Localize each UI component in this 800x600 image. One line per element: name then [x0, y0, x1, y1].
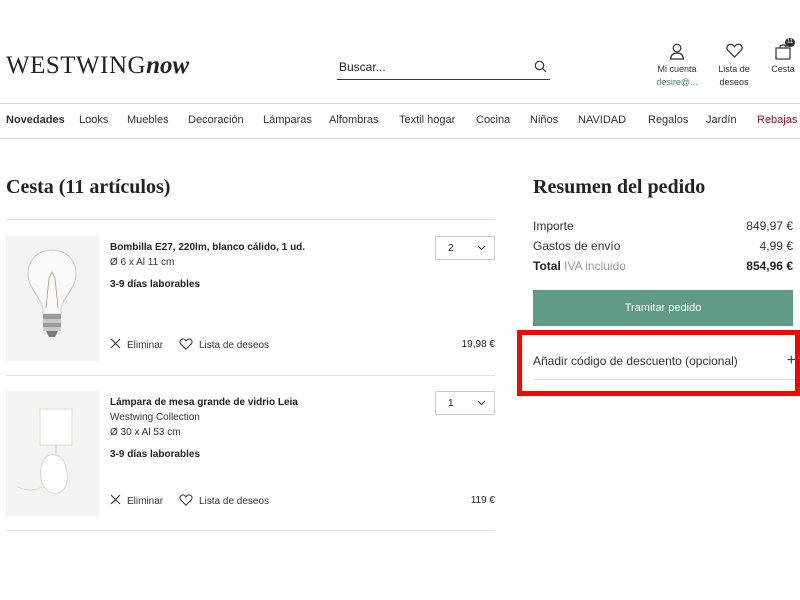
product-dimensions: Ø 30 x Al 53 cm	[110, 427, 181, 438]
search-input[interactable]	[337, 59, 517, 74]
cart-title: Cesta (11 artículos)	[6, 176, 171, 198]
nav-item-jardin[interactable]: Jardín	[706, 114, 737, 126]
remove-label: Eliminar	[127, 495, 164, 507]
quantity-value: 1	[448, 397, 454, 409]
wishlist-label-line-2: deseos	[719, 77, 749, 87]
search-bar	[337, 54, 550, 80]
move-to-wishlist-button[interactable]: Lista de deseos	[179, 494, 269, 509]
item-price: 119 €	[470, 495, 495, 506]
product-image-bulb[interactable]	[6, 236, 99, 361]
account-label: Mi cuenta	[657, 64, 697, 74]
checkout-button[interactable]: Tramitar pedido	[533, 290, 793, 326]
close-icon	[110, 494, 121, 508]
site-header: WESTWINGnow Mi cuenta desire@... Lista d…	[0, 0, 800, 104]
subtotal-row: Importe 849,97 €	[533, 219, 793, 233]
cart-item: Lámpara de mesa grande de vidrio Leia We…	[6, 391, 495, 531]
main-navigation: Novedades Looks Muebles Decoración Lámpa…	[0, 103, 800, 139]
bag-icon: 11	[766, 38, 800, 63]
westwing-now-logo[interactable]: WESTWINGnow	[6, 52, 189, 80]
order-summary-title: Resumen del pedido	[533, 176, 706, 198]
nav-item-textil-hogar[interactable]: Textil hogar	[399, 114, 455, 126]
shipping-row: Gastos de envío 4,99 €	[533, 239, 793, 253]
highlight-box	[517, 330, 800, 396]
chevron-down-icon	[477, 398, 486, 409]
quantity-select[interactable]: 1	[435, 391, 495, 415]
nav-item-looks[interactable]: Looks	[79, 114, 108, 126]
cart-count-badge: 11	[785, 38, 796, 47]
product-name[interactable]: Bombilla E27, 220lm, blanco cálido, 1 ud…	[110, 242, 305, 253]
wishlist-label: Lista de deseos	[199, 496, 270, 507]
subtotal-value: 849,97 €	[746, 219, 793, 233]
delivery-time: 3-9 días laborables	[110, 449, 201, 460]
wishlist-label: Lista de deseos	[199, 340, 270, 351]
heart-icon	[179, 338, 193, 353]
quantity-select[interactable]: 2	[435, 236, 495, 260]
nav-item-novedades[interactable]: Novedades	[6, 114, 65, 126]
shipping-label: Gastos de envío	[533, 239, 621, 253]
nav-item-lamparas[interactable]: Lámparas	[263, 114, 312, 126]
product-dimensions: Ø 6 x Al 11 cm	[110, 257, 175, 268]
total-value: 854,96 €	[746, 259, 793, 273]
remove-label: Eliminar	[127, 339, 164, 351]
close-icon	[110, 338, 121, 352]
subtotal-label: Importe	[533, 219, 574, 233]
shipping-value: 4,99 €	[759, 239, 793, 253]
cart-label: Cesta	[771, 64, 795, 74]
item-price: 19,98 €	[461, 339, 495, 350]
cart-link[interactable]: 11 Cesta	[766, 38, 800, 76]
product-name[interactable]: Lámpara de mesa grande de vidrio Leia	[110, 397, 298, 408]
logo-main-text: WESTWING	[6, 52, 147, 79]
remove-button[interactable]: Eliminar	[110, 338, 163, 352]
nav-item-regalos[interactable]: Regalos	[648, 114, 688, 126]
account-link[interactable]: Mi cuenta desire@...	[651, 43, 703, 89]
account-user: desire@...	[656, 77, 698, 87]
nav-item-muebles[interactable]: Muebles	[127, 114, 169, 126]
nav-item-ninos[interactable]: Niños	[530, 114, 558, 126]
move-to-wishlist-button[interactable]: Lista de deseos	[179, 338, 269, 353]
quantity-value: 2	[448, 242, 454, 254]
product-brand: Westwing Collection	[110, 412, 200, 423]
delivery-time: 3-9 días laborables	[110, 279, 201, 290]
vat-note: IVA incluido	[564, 259, 626, 273]
total-label: Total	[533, 259, 561, 273]
chevron-down-icon	[477, 243, 486, 254]
total-row: Total IVA incluido 854,96 €	[533, 259, 793, 273]
nav-item-alfombras[interactable]: Alfombras	[329, 114, 379, 126]
product-image-lamp[interactable]	[6, 391, 99, 516]
nav-item-rebajas[interactable]: Rebajas	[757, 114, 797, 126]
heart-icon	[712, 43, 756, 63]
heart-icon	[179, 494, 193, 509]
item-divider	[6, 530, 495, 531]
nav-item-decoracion[interactable]: Decoración	[188, 114, 244, 126]
cart-item: Bombilla E27, 220lm, blanco cálido, 1 ud…	[6, 236, 495, 376]
wishlist-link[interactable]: Lista de deseos	[712, 43, 756, 89]
remove-button[interactable]: Eliminar	[110, 494, 163, 508]
wishlist-label-line-1: Lista de	[718, 64, 750, 74]
nav-item-navidad[interactable]: NAVIDAD	[578, 114, 626, 126]
item-divider	[6, 375, 495, 376]
search-icon[interactable]	[530, 57, 550, 77]
logo-accent-text: now	[146, 52, 190, 79]
nav-item-cocina[interactable]: Cocina	[476, 114, 510, 126]
user-icon	[651, 43, 703, 63]
cart-divider	[6, 219, 495, 220]
